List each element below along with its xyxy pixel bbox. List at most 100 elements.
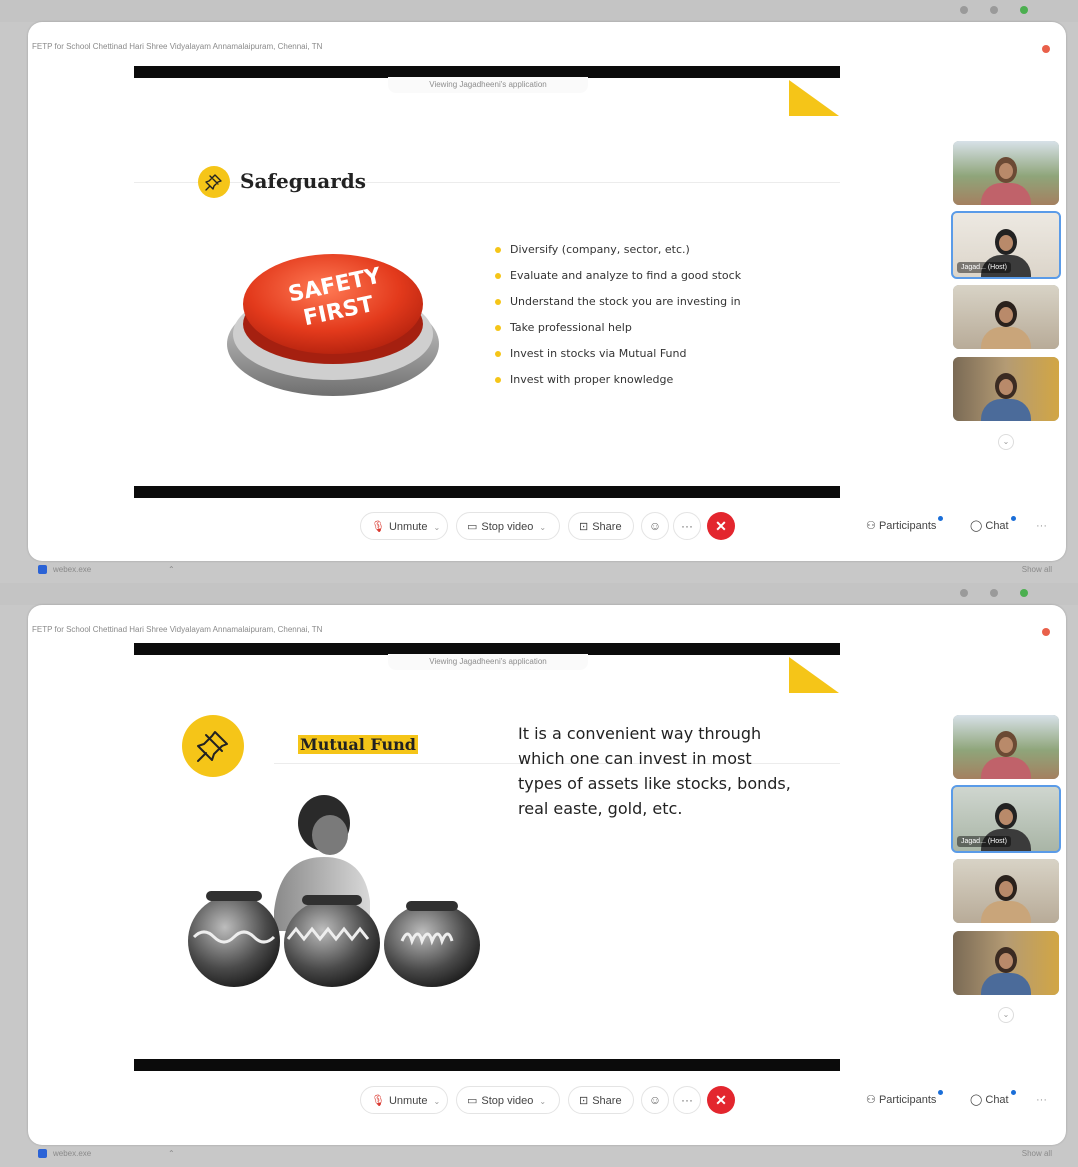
show-all-link[interactable]: Show all bbox=[1022, 1149, 1052, 1158]
participant-tile[interactable] bbox=[953, 931, 1059, 995]
chevron-down-icon: ⌄ bbox=[539, 1097, 547, 1106]
unmute-label: Unmute bbox=[388, 1095, 428, 1107]
end-meeting-button[interactable]: ✕ bbox=[707, 1086, 735, 1114]
window-close-icon[interactable] bbox=[1042, 45, 1050, 53]
corner-triangle bbox=[789, 657, 839, 693]
unmute-label: Unmute bbox=[388, 521, 428, 533]
slide-body-text: It is a convenient way through which one… bbox=[518, 724, 791, 818]
slide-title: Mutual Fund bbox=[298, 735, 418, 754]
video-icon: ▭ bbox=[467, 521, 478, 533]
chevron-down-icon: ⌄ bbox=[433, 1097, 441, 1106]
participants-icon: ⚇ bbox=[866, 1094, 876, 1106]
close-icon: ✕ bbox=[715, 1092, 727, 1108]
video-icon: ▭ bbox=[467, 1095, 478, 1107]
chevron-up-icon[interactable]: ⌃ bbox=[168, 565, 175, 574]
viewing-banner: Viewing Jagadheeni's application bbox=[388, 654, 588, 670]
reactions-button[interactable]: ☺ bbox=[641, 1086, 669, 1114]
letterbox-bottom bbox=[134, 486, 840, 498]
participants-label: Participants bbox=[878, 520, 937, 532]
webex-icon bbox=[38, 565, 47, 575]
end-meeting-button[interactable]: ✕ bbox=[707, 512, 735, 540]
list-item: Evaluate and analyze to find a good stoc… bbox=[494, 268, 741, 294]
unmute-button[interactable]: 🎙 Unmute ⌄ bbox=[360, 1086, 448, 1114]
participant-name: Jagad... (Host) bbox=[957, 836, 1011, 847]
participants-label: Participants bbox=[878, 1094, 937, 1106]
list-item: Invest with proper knowledge bbox=[494, 372, 741, 398]
window-title: FETP for School Chettinad Hari Shree Vid… bbox=[32, 42, 323, 51]
notification-dot bbox=[938, 516, 944, 521]
slide-title: Safeguards bbox=[240, 169, 366, 193]
download-item[interactable]: webex.exe bbox=[38, 565, 91, 575]
status-icon bbox=[1020, 589, 1028, 597]
chat-button[interactable]: ◯ Chat bbox=[970, 1086, 1016, 1114]
chevron-down-icon: ⌄ bbox=[539, 523, 547, 532]
notification-dot bbox=[938, 1090, 944, 1095]
minimize-icon[interactable] bbox=[960, 6, 968, 14]
shared-screen: Viewing Jagadheeni's application Safegua… bbox=[134, 66, 840, 498]
participant-name: Jagad... (Host) bbox=[957, 262, 1011, 273]
meeting-screenshot-1: FETP for School Chettinad Hari Shree Vid… bbox=[0, 0, 1078, 583]
smiley-icon: ☺ bbox=[648, 519, 662, 533]
meeting-screenshot-2: FETP for School Chettinad Hari Shree Vid… bbox=[0, 583, 1078, 1167]
boy-with-pots-image bbox=[188, 795, 480, 987]
share-label: Share bbox=[592, 1095, 622, 1107]
more-options-button[interactable]: ··· bbox=[1036, 1086, 1047, 1114]
download-item[interactable]: webex.exe bbox=[38, 1149, 92, 1159]
close-icon: ✕ bbox=[715, 518, 727, 534]
pin-icon bbox=[182, 715, 244, 777]
more-icon: ··· bbox=[681, 1093, 693, 1107]
participant-tile[interactable] bbox=[953, 357, 1059, 421]
maximize-icon[interactable] bbox=[990, 6, 998, 14]
participant-tile[interactable] bbox=[953, 859, 1059, 923]
chat-icon: ◯ bbox=[970, 520, 983, 532]
chat-label: Chat bbox=[985, 1094, 1009, 1106]
more-options-button[interactable]: ··· bbox=[673, 512, 701, 540]
pin-icon bbox=[198, 166, 230, 198]
chevron-up-icon[interactable]: ⌃ bbox=[168, 1149, 175, 1158]
share-screen-icon: ⊡ bbox=[579, 521, 589, 533]
unmute-button[interactable]: 🎙 Unmute ⌄ bbox=[360, 512, 448, 540]
share-button[interactable]: ⊡ Share bbox=[568, 1086, 634, 1114]
share-button[interactable]: ⊡ Share bbox=[568, 512, 634, 540]
maximize-icon[interactable] bbox=[990, 589, 998, 597]
chevron-down-icon[interactable]: ⌄ bbox=[998, 434, 1014, 450]
window-title: FETP for School Chettinad Hari Shree Vid… bbox=[32, 625, 323, 634]
minimize-icon[interactable] bbox=[960, 589, 968, 597]
participant-tile[interactable] bbox=[953, 285, 1059, 349]
participants-button[interactable]: ⚇ Participants bbox=[866, 512, 944, 540]
download-filename: webex.exe bbox=[53, 1149, 92, 1158]
chat-icon: ◯ bbox=[970, 1094, 983, 1106]
status-icon bbox=[1020, 6, 1028, 14]
share-label: Share bbox=[592, 521, 622, 533]
chat-button[interactable]: ◯ Chat bbox=[970, 512, 1016, 540]
mic-muted-icon: 🎙 bbox=[371, 521, 385, 533]
stop-video-label: Stop video bbox=[481, 521, 534, 533]
participants-button[interactable]: ⚇ Participants bbox=[866, 1086, 944, 1114]
window-close-icon[interactable] bbox=[1042, 628, 1050, 636]
participant-tile-host[interactable]: Jagad... (Host) bbox=[951, 785, 1061, 853]
chat-label: Chat bbox=[985, 520, 1009, 532]
more-icon: ··· bbox=[681, 519, 693, 533]
stop-video-label: Stop video bbox=[481, 1095, 534, 1107]
notification-dot bbox=[1010, 1090, 1016, 1095]
reactions-button[interactable]: ☺ bbox=[641, 512, 669, 540]
share-screen-icon: ⊡ bbox=[579, 1095, 589, 1107]
smiley-icon: ☺ bbox=[648, 1093, 662, 1107]
more-options-button[interactable]: ··· bbox=[673, 1086, 701, 1114]
show-all-link[interactable]: Show all bbox=[1022, 565, 1052, 574]
download-bar: webex.exe ⌃ Show all bbox=[28, 563, 1066, 579]
chevron-down-icon: ⌄ bbox=[433, 523, 441, 532]
chevron-down-icon[interactable]: ⌄ bbox=[998, 1007, 1014, 1023]
corner-triangle bbox=[789, 80, 839, 116]
shared-screen: Viewing Jagadheeni's application Mutual … bbox=[134, 643, 840, 1071]
stop-video-button[interactable]: ▭ Stop video ⌄ bbox=[456, 1086, 560, 1114]
stop-video-button[interactable]: ▭ Stop video ⌄ bbox=[456, 512, 560, 540]
more-options-button[interactable]: ··· bbox=[1036, 512, 1047, 540]
participant-tile[interactable] bbox=[953, 715, 1059, 779]
letterbox-bottom bbox=[134, 1059, 840, 1071]
participant-tile-host[interactable]: Jagad... (Host) bbox=[951, 211, 1061, 279]
viewing-banner: Viewing Jagadheeni's application bbox=[388, 77, 588, 93]
participant-tile[interactable] bbox=[953, 141, 1059, 205]
participants-icon: ⚇ bbox=[866, 520, 876, 532]
browser-chrome bbox=[0, 583, 1078, 605]
